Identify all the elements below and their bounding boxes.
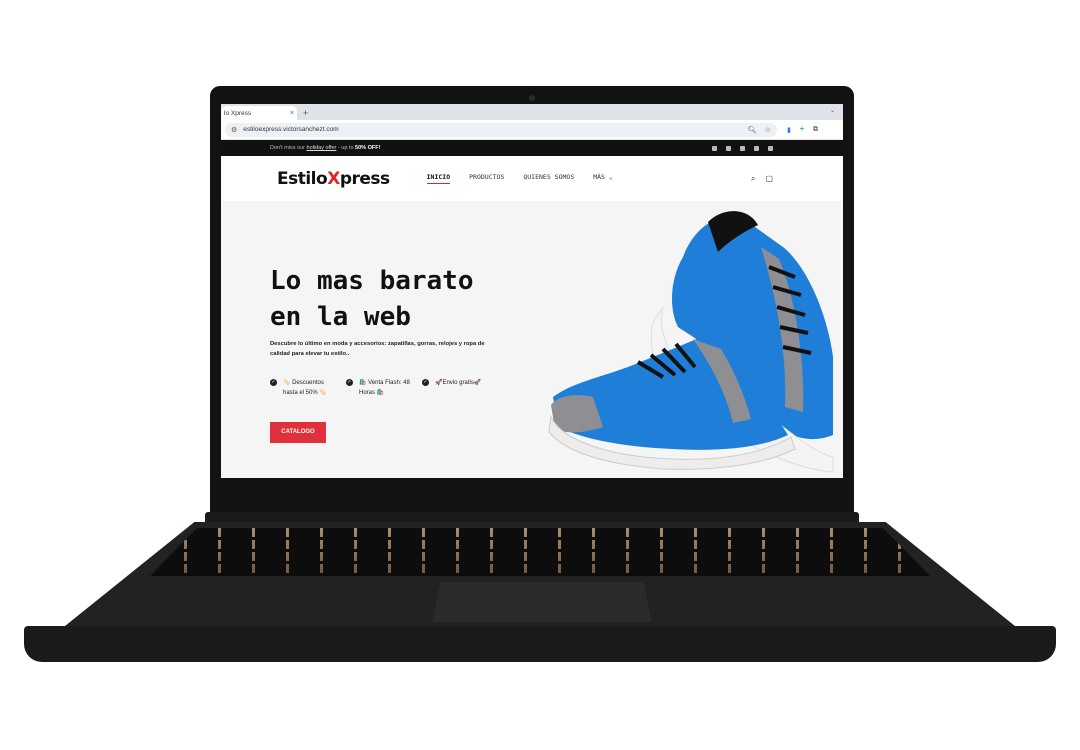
laptop-base — [24, 626, 1056, 662]
touchpad — [432, 582, 652, 622]
extensions-area: ▮ + ⧉ — [787, 126, 818, 134]
site-info-icon[interactable]: ⚙ — [231, 126, 237, 134]
promo-text: Don't miss our holiday offer - up to 50%… — [270, 145, 380, 151]
star-icon[interactable]: ☆ — [765, 126, 771, 134]
nav-item-mas[interactable]: MÁS ⌄ — [593, 173, 613, 184]
mail-icon[interactable] — [754, 145, 759, 151]
tab-search-icon[interactable]: ⌄ — [830, 107, 835, 114]
hero-title: Lo mas barato en la web — [270, 263, 530, 335]
nav-icons: ⌕ ▢ — [751, 174, 773, 184]
browser-tabbar: lo Xpress × + ⌄ — [221, 104, 843, 120]
holiday-offer-link[interactable]: holiday offer — [307, 145, 337, 151]
search-icon[interactable]: ⌕ — [751, 174, 755, 184]
feature-text: 🛍️ Venta Flash: 48 Horas 🛍️ — [359, 380, 410, 396]
hero-description: Descubre lo último en moda y accesorios:… — [270, 341, 485, 357]
logo-text-2: press — [339, 168, 390, 189]
facebook-icon[interactable] — [712, 145, 717, 151]
new-tab-button[interactable]: + — [303, 106, 308, 120]
feature-list: ✓ 🏷️ Descuentos hasta el 50% 🏷️ ✓ 🛍️ Ven… — [270, 378, 488, 398]
site-logo[interactable]: EstiloXpress — [277, 169, 390, 189]
check-icon: ✓ — [346, 379, 353, 386]
feature-text: 🚀Envio gratis🚀 — [435, 380, 482, 386]
site-navbar: EstiloXpress INICIO PRODUCTOS QUIENES SO… — [221, 156, 843, 201]
nav-item-productos[interactable]: PRODUCTOS — [469, 173, 504, 184]
laptop-screen: lo Xpress × + ⌄ ⚙ estiloexpress.victorsa… — [221, 104, 843, 478]
puzzle-icon[interactable]: ⧉ — [813, 126, 818, 134]
whatsapp-icon[interactable] — [768, 145, 773, 151]
hero-title-line-2: en la web — [270, 302, 411, 332]
close-icon[interactable]: × — [290, 110, 294, 117]
promo-prefix: Don't miss our — [270, 145, 307, 151]
nav-item-quienes-somos[interactable]: QUIENES SOMOS — [523, 173, 574, 184]
hero-section: Lo mas barato en la web Descubre lo últi… — [221, 201, 843, 478]
instagram-icon[interactable] — [726, 145, 731, 151]
tab-title: lo Xpress — [224, 109, 252, 117]
check-icon: ✓ — [422, 379, 429, 386]
social-links — [712, 145, 773, 151]
promo-suffix: - up to — [336, 145, 356, 151]
webcam — [529, 95, 535, 101]
zoom-icon[interactable]: 🔍︎ — [748, 126, 757, 134]
url-text[interactable]: estiloexpress.victorsanchezt.com — [243, 126, 748, 133]
logo-text-1: Estilo — [277, 168, 328, 189]
browser-toolbar: ⚙ estiloexpress.victorsanchezt.com 🔍︎ ☆ … — [221, 120, 843, 140]
catalog-button[interactable]: CATALOGO — [270, 422, 326, 443]
laptop-mockup: lo Xpress × + ⌄ ⚙ estiloexpress.victorsa… — [0, 0, 1080, 750]
logo-x: X — [327, 168, 340, 189]
nav-item-inicio[interactable]: INICIO — [426, 173, 451, 184]
sneakers-image — [548, 211, 834, 473]
keyboard-rows — [150, 528, 930, 576]
feature-text: 🏷️ Descuentos hasta el 50% 🏷️ — [283, 380, 327, 396]
feature-item: ✓ 🚀Envio gratis🚀 — [422, 378, 488, 398]
feature-item: ✓ 🛍️ Venta Flash: 48 Horas 🛍️ — [346, 378, 412, 398]
feature-item: ✓ 🏷️ Descuentos hasta el 50% 🏷️ — [270, 378, 336, 398]
browser-tab[interactable]: lo Xpress × — [221, 106, 297, 120]
extension-plus-icon[interactable]: + — [800, 126, 804, 133]
twitter-icon[interactable] — [740, 145, 745, 151]
cart-icon[interactable]: ▢ — [765, 174, 773, 184]
address-bar[interactable]: ⚙ estiloexpress.victorsanchezt.com 🔍︎ ☆ — [225, 122, 777, 137]
promo-discount: 50% OFF! — [355, 145, 381, 151]
extension-icon[interactable]: ▮ — [787, 126, 791, 134]
hero-title-line-1: Lo mas barato — [270, 266, 474, 296]
main-menu: INICIO PRODUCTOS QUIENES SOMOS MÁS ⌄ — [426, 173, 613, 184]
promo-topbar: Don't miss our holiday offer - up to 50%… — [221, 140, 843, 156]
check-icon: ✓ — [270, 379, 277, 386]
